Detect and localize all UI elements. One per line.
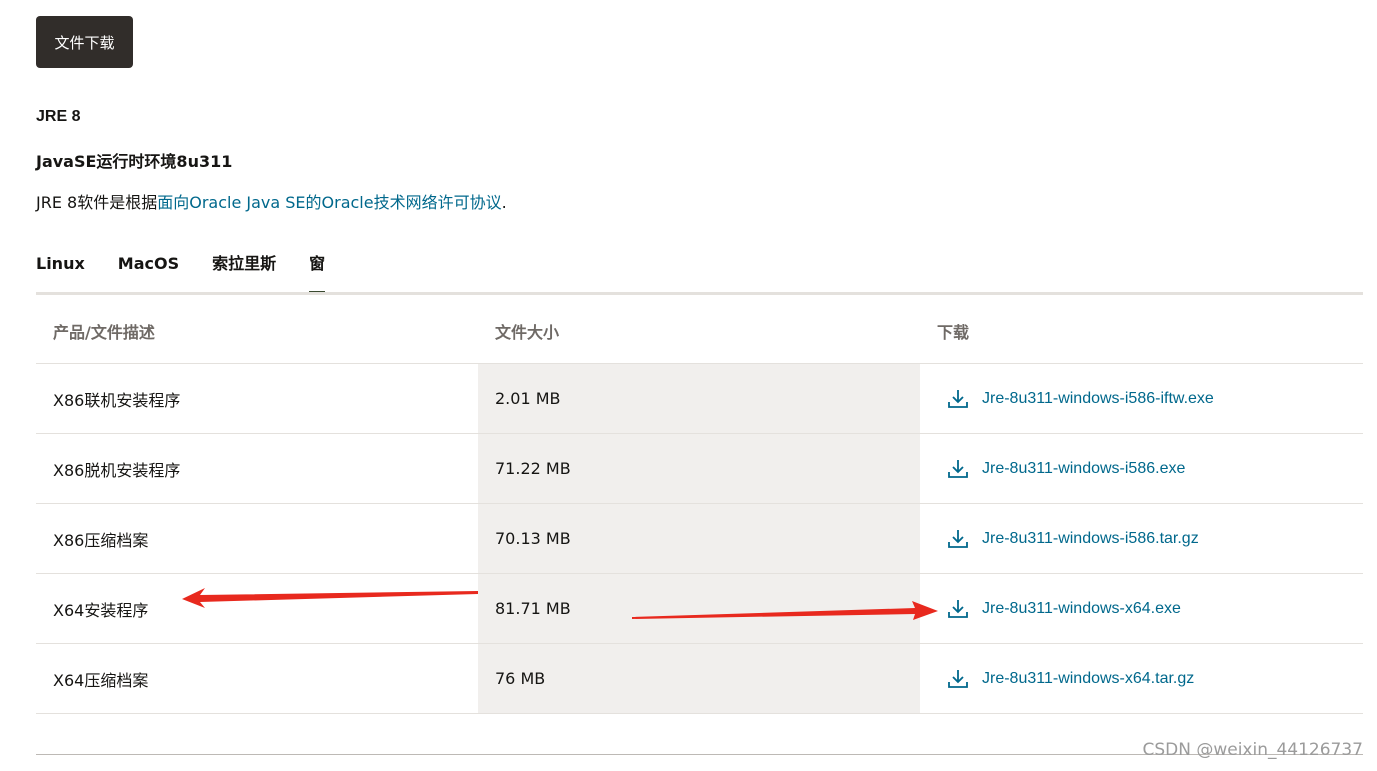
download-link[interactable]: Jre-8u311-windows-x64.exe: [946, 597, 1181, 621]
download-link[interactable]: Jre-8u311-windows-x64.tar.gz: [946, 667, 1194, 691]
download-link[interactable]: Jre-8u311-windows-i586.tar.gz: [946, 527, 1199, 551]
download-filename: Jre-8u311-windows-x64.exe: [982, 599, 1181, 617]
table-row: X64压缩档案 76 MB Jre-8u311-windows-x64.tar.…: [36, 644, 1363, 714]
row-description: X64压缩档案: [53, 670, 149, 690]
download-filename: Jre-8u311-windows-x64.tar.gz: [982, 669, 1195, 687]
table-header: 产品/文件描述 文件大小 下载: [36, 299, 1363, 364]
tab-solaris[interactable]: 索拉里斯: [212, 252, 276, 294]
tabs-divider: [36, 292, 1363, 295]
license-text: JRE 8软件是根据面向Oracle Java SE的Oracle技术网络许可协…: [36, 189, 507, 213]
download-icon: [948, 459, 968, 478]
license-prefix: JRE 8软件是根据: [36, 193, 158, 212]
row-size: 2.01 MB: [478, 364, 920, 433]
tab-windows[interactable]: 窗: [309, 252, 326, 294]
table-row: X86压缩档案 70.13 MB Jre-8u311-windows-i586.…: [36, 504, 1363, 574]
license-link[interactable]: 面向Oracle Java SE的Oracle技术网络许可协议: [157, 193, 501, 212]
row-size: 70.13 MB: [478, 504, 920, 573]
csdn-watermark: CSDN @weixin_44126737: [1142, 740, 1363, 760]
download-filename: Jre-8u311-windows-i586.tar.gz: [982, 529, 1199, 547]
os-tabs: Linux MacOS 索拉里斯 窗: [36, 252, 358, 294]
row-description: X86脱机安装程序: [53, 460, 181, 480]
tab-linux[interactable]: Linux: [36, 252, 85, 294]
header-size: 文件大小: [495, 323, 560, 342]
download-icon: [948, 389, 968, 408]
product-title: JRE 8: [36, 108, 81, 125]
table-row: X86脱机安装程序 71.22 MB Jre-8u311-windows-i58…: [36, 434, 1363, 504]
download-table: 产品/文件描述 文件大小 下载 X86联机安装程序 2.01 MB Jre-8u…: [36, 299, 1363, 714]
download-filename: Jre-8u311-windows-i586-iftw.exe: [982, 389, 1214, 407]
tab-macos[interactable]: MacOS: [118, 252, 179, 294]
product-subtitle: JavaSE运行时环境8u311: [36, 152, 233, 171]
download-link[interactable]: Jre-8u311-windows-i586-iftw.exe: [946, 387, 1214, 411]
file-download-button[interactable]: 文件下载: [36, 16, 133, 68]
download-icon: [948, 669, 968, 688]
table-row: X86联机安装程序 2.01 MB Jre-8u311-windows-i586…: [36, 364, 1363, 434]
row-size: 71.22 MB: [478, 434, 920, 503]
row-description: X64安装程序: [53, 600, 149, 620]
download-link[interactable]: Jre-8u311-windows-i586.exe: [946, 457, 1185, 481]
row-size: 81.71 MB: [478, 574, 920, 643]
row-size: 76 MB: [478, 644, 920, 713]
row-description: X86压缩档案: [53, 530, 149, 550]
header-download: 下载: [937, 323, 970, 342]
table-row: X64安装程序 81.71 MB Jre-8u311-windows-x64.e…: [36, 574, 1363, 644]
download-icon: [948, 529, 968, 548]
download-filename: Jre-8u311-windows-i586.exe: [982, 459, 1186, 477]
header-description: 产品/文件描述: [53, 323, 155, 342]
download-icon: [948, 599, 968, 618]
row-description: X86联机安装程序: [53, 390, 181, 410]
license-suffix: .: [501, 193, 507, 212]
